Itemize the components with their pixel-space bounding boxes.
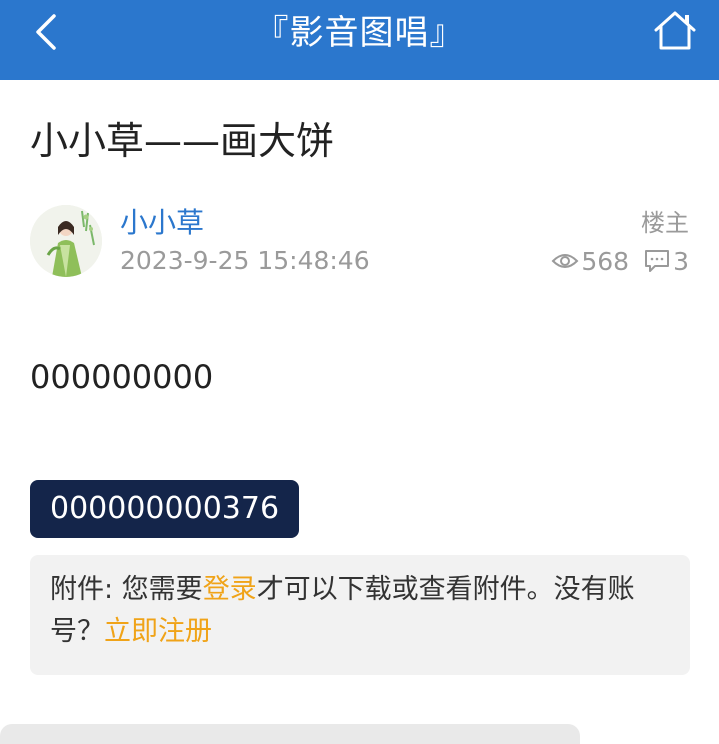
thread-owner-badge: 楼主: [641, 209, 689, 237]
home-button[interactable]: [652, 10, 698, 52]
bottom-panel-edge: [0, 724, 580, 744]
register-link[interactable]: 立即注册: [104, 616, 212, 647]
avatar-illustration-icon: [30, 205, 102, 277]
attachment-prefix-text: 附件: 您需要: [50, 574, 203, 605]
view-count: 568: [581, 246, 630, 276]
post-stats: 568 3: [551, 244, 689, 278]
attachment-notice: 附件: 您需要登录才可以下载或查看附件。没有账号？立即注册: [30, 555, 690, 675]
comment-icon: [645, 250, 670, 272]
author-name-link[interactable]: 小小草: [120, 204, 204, 242]
page-title: 『影音图唱』: [254, 13, 465, 53]
reply-count: 3: [673, 246, 689, 276]
avatar[interactable]: [30, 205, 102, 277]
code-tag[interactable]: 000000000376: [30, 480, 300, 538]
post-title: 小小草——画大饼: [30, 119, 335, 163]
home-icon: [654, 11, 696, 50]
post-body-text: 000000000: [30, 358, 214, 396]
top-navigation-bar: 『影音图唱』: [0, 0, 719, 80]
post-timestamp: 2023-9-25 15:48:46: [120, 246, 370, 275]
eye-icon: [551, 254, 579, 268]
login-link[interactable]: 登录: [203, 574, 257, 605]
